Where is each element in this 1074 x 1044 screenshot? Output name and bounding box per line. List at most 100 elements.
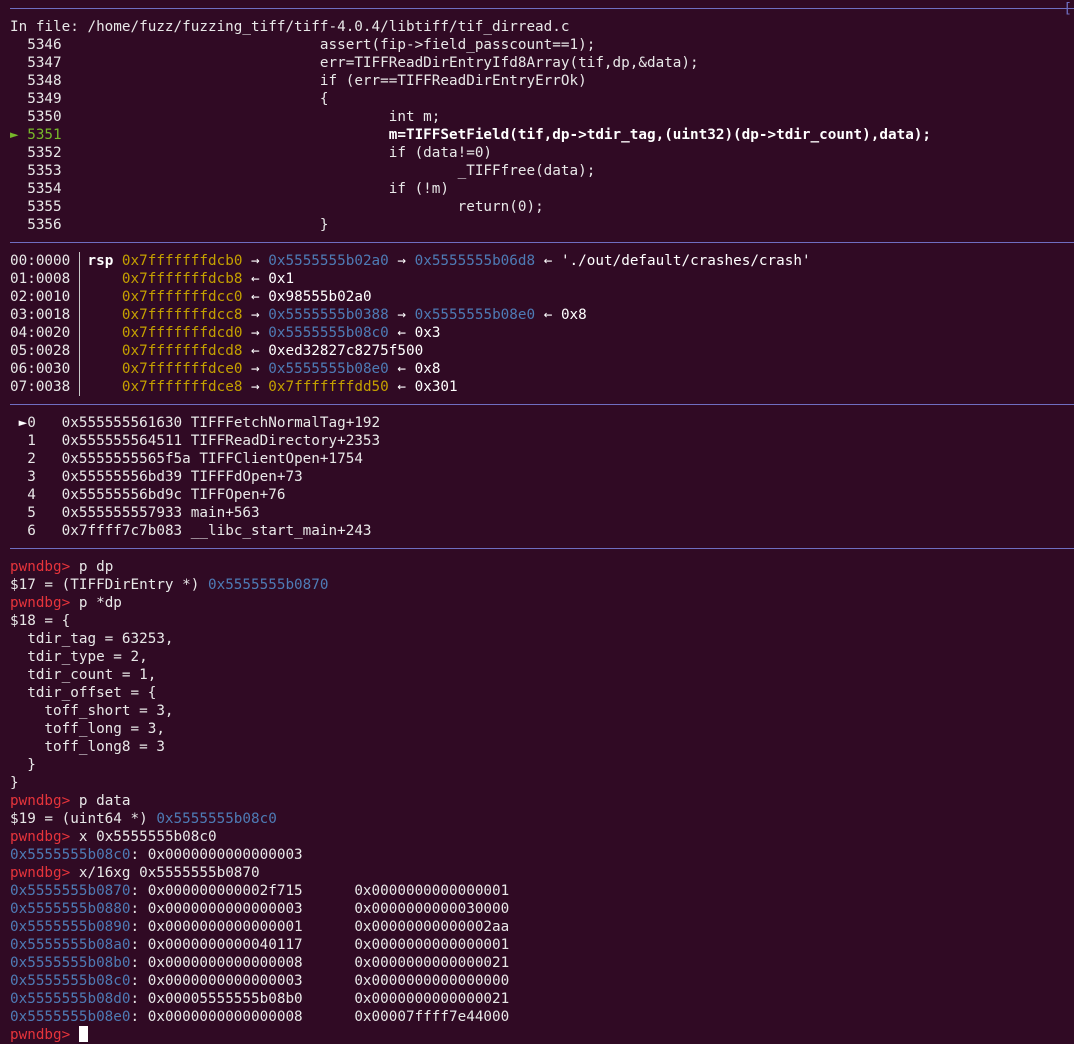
command-line: pwndbg> x 0x5555555b08c0 [10,828,217,846]
struct-text: } [10,757,36,773]
source-line: ► 5351 m=TIFFSetField(tif,dp->tdir_tag,(… [10,126,931,144]
memory-address: 0x5555555b08c0 [10,847,131,863]
backtrace-frame: 6 0x7ffff7c7b083 __libc_start_main+243 [10,522,371,540]
output-address: 0x5555555b08c0 [156,811,277,827]
pointer-value: 0x301 [414,379,458,395]
arrow-right-icon: → [388,253,415,269]
register-label [87,379,121,395]
pointer-value: 0x8 [560,307,587,323]
pointer-value: 0x7fffffffdd50 [268,379,389,395]
arrow-right-icon: → [242,379,269,395]
struct-text: tdir_offset = { [10,685,157,701]
source-code: return(0); [457,199,544,215]
stack-offset: 00:0000 [10,253,71,269]
arrow-left-icon: ← [388,379,415,395]
command-text: p *dp [70,595,122,611]
memory-dump-row: 0x5555555b08a0: 0x0000000000040117 0x000… [10,936,509,954]
gutter [10,163,27,179]
frame-marker: ► [10,415,28,431]
line-number: 5346 [27,37,62,53]
arrow-right-icon: → [242,253,269,269]
line-number: 5354 [27,181,62,197]
output-line: $19 = (uint64 *) 0x5555555b08c0 [10,810,277,828]
source-code: m=TIFFSetField(tif,dp->tdir_tag,(uint32)… [388,127,932,143]
memory-address: 0x5555555b08d0 [10,991,131,1007]
source-line: 5356 } [10,216,329,234]
memory-dump-row: 0x5555555b08b0: 0x0000000000000008 0x000… [10,954,509,972]
command-text: p dp [70,559,114,575]
register-label [87,307,121,323]
frame-symbol: TIFFReadDirectory+2353 [190,433,381,449]
frame-symbol: TIFFFdOpen+73 [190,469,303,485]
line-number: 5352 [27,145,62,161]
gutter [10,37,27,53]
text-cursor[interactable] [78,1026,88,1042]
source-code: int m; [388,109,441,125]
frame-marker [10,469,27,485]
backtrace-frame: 1 0x555555564511 TIFFReadDirectory+2353 [10,432,380,450]
memory-value: : 0x0000000000000008 [130,955,303,971]
memory-address: 0x5555555b0880 [10,901,131,917]
memory-value: : 0x00005555555b08b0 [130,991,303,1007]
pointer-value: 0x5555555b02a0 [268,253,389,269]
source-code: if (data!=0) [388,145,493,161]
struct-text: toff_long8 = 3 [10,739,165,755]
pwndbg-prompt: pwndbg> [10,1027,71,1043]
stack-row: 06:0030 0x7fffffffdce0 → 0x5555555b08e0 … [10,360,440,378]
source-line: 5349 { [10,90,328,108]
memory-address: 0x5555555b0870 [10,883,131,899]
memory-value: 0x0000000000000001 [302,937,510,953]
frame-symbol: TIFFClientOpen+1754 [199,451,363,467]
memory-address: 0x5555555b08c0 [10,973,131,989]
source-code: } [319,217,329,233]
line-number: 5348 [27,73,62,89]
gutter [10,91,27,107]
stack-address: 0x7fffffffdcb8 [121,271,243,287]
command-line: pwndbg> p *dp [10,594,122,612]
source-code: if (err==TIFFReadDirEntryErrOk) [319,73,587,89]
output-text: $19 = (uint64 *) [10,811,157,827]
stack-divider [79,252,80,396]
command-text: p data [70,793,131,809]
frame-marker [10,433,27,449]
frame-marker [10,505,27,521]
source-line: 5347 err=TIFFReadDirEntryIfd8Array(tif,d… [10,54,698,72]
pointer-value: 0x5555555b06d8 [414,253,536,269]
memory-dump-row: 0x5555555b0870: 0x000000000002f715 0x000… [10,882,509,900]
command-line: pwndbg> x/16xg 0x5555555b0870 [10,864,260,882]
memory-value: 0x0000000000000021 [302,991,510,1007]
struct-line: tdir_offset = { [10,684,156,702]
stack-row: 02:0010 0x7fffffffdcc0 ← 0x98555b02a0 [10,288,372,306]
memory-dump-row: 0x5555555b0880: 0x0000000000000003 0x000… [10,900,509,918]
frame-marker [10,523,27,539]
struct-line: toff_long8 = 3 [10,738,165,756]
arrow-left-icon: ← [535,253,561,269]
pointer-value: 0x98555b02a0 [268,289,372,305]
terminal-window[interactable]: [ In file: /home/fuzz/fuzzing_tiff/tiff-… [0,0,1074,1043]
backtrace-frame: 4 0x55555556bd9c TIFFOpen+76 [10,486,285,504]
line-number: 5355 [27,199,62,215]
command-line: pwndbg> p dp [10,558,113,576]
stack-address: 0x7fffffffdcd0 [121,325,243,341]
gutter [10,73,27,89]
line-number: 5353 [27,163,62,179]
struct-line: tdir_tag = 63253, [10,630,173,648]
separator-top [10,8,1074,9]
frame-index: 6 [27,523,36,539]
separator-stack [10,404,1074,405]
frame-index: 5 [27,505,36,521]
stack-offset: 07:0038 [10,379,71,395]
frame-address: 0x55555556bd39 [61,469,183,485]
frame-symbol: TIFFFetchNormalTag+192 [190,415,381,431]
memory-value: 0x0000000000000001 [302,883,510,899]
struct-line: tdir_count = 1, [10,666,156,684]
arrow-left-icon: ← [388,325,415,341]
